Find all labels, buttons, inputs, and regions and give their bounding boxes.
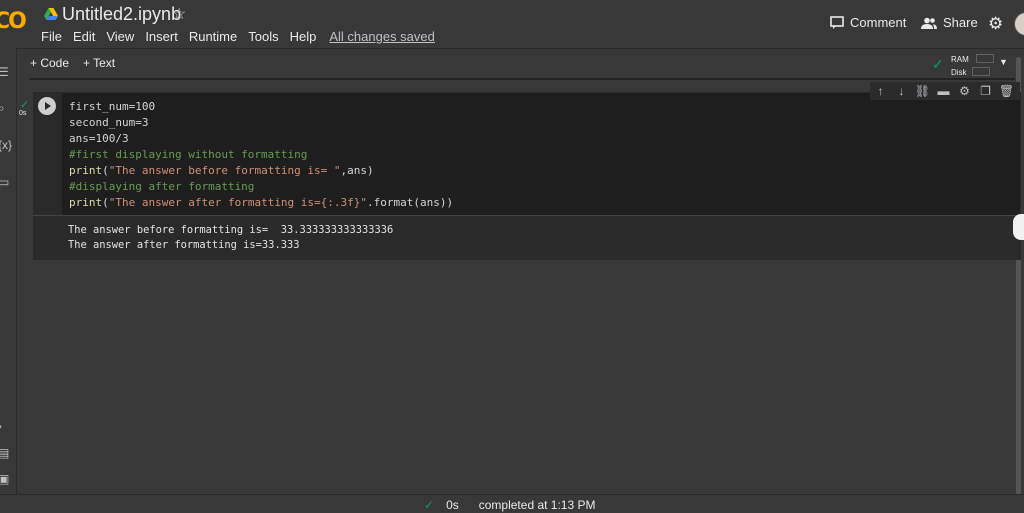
code-args: ,ans)	[340, 164, 374, 177]
add-code-button[interactable]: + Code	[30, 56, 69, 70]
search-icon[interactable]: ⌕	[0, 101, 5, 116]
people-icon	[921, 17, 937, 29]
move-down-icon[interactable]: ↓	[891, 84, 912, 98]
disk-bar	[972, 67, 991, 77]
code-line: ans=100/3	[69, 131, 453, 147]
output-divider	[33, 215, 1021, 216]
status-completed: completed at 1:13 PM	[478, 498, 596, 512]
code-text[interactable]: first_num=100 second_num=3 ans=100/3 #first…	[69, 99, 453, 211]
share-button[interactable]: Share	[921, 15, 978, 30]
code-function-name: print	[69, 196, 103, 209]
code-function-name: print	[69, 164, 103, 177]
code-line-6: #displaying after formatting	[69, 180, 255, 193]
menu-insert[interactable]: Insert	[145, 29, 178, 44]
code-line-5: print("The answer before formatting is= …	[69, 164, 374, 177]
menu-runtime[interactable]: Runtime	[189, 29, 237, 44]
output-line-1: The answer before formatting is= 33.3333…	[68, 224, 394, 236]
disk-label: Disk	[951, 68, 967, 77]
terminal-icon[interactable]: ▣	[0, 472, 9, 486]
gear-icon[interactable]: ⚙	[988, 14, 1003, 34]
execution-status[interactable]: ✓ 0s completed at 1:13 PM	[424, 498, 595, 512]
code-paren: (	[102, 196, 109, 209]
connected-check-icon: ✓	[932, 56, 944, 72]
menu-help[interactable]: Help	[290, 29, 317, 44]
code-line: #displaying after formatting	[69, 179, 453, 195]
status-time: 0s	[446, 498, 459, 512]
settings-icon[interactable]: ⚙	[954, 84, 975, 98]
resource-monitor[interactable]: RAM Disk	[951, 52, 995, 78]
run-cell-button[interactable]	[38, 97, 56, 115]
ram-bar	[976, 54, 995, 64]
notebook-title[interactable]: Untitled2.ipynb	[62, 4, 181, 25]
command-palette-icon[interactable]: ▤	[0, 446, 9, 460]
move-up-icon[interactable]: ↑	[870, 84, 891, 98]
exec-time: 0s	[19, 110, 27, 117]
comment-cell-icon[interactable]: ▬	[933, 84, 954, 98]
menu-view[interactable]: View	[106, 29, 134, 44]
google-drive-icon	[44, 8, 58, 20]
floating-assistant-icon[interactable]	[1013, 214, 1024, 240]
star-icon[interactable]: ☆	[172, 4, 186, 24]
code-line-4: #first displaying without formatting	[69, 148, 308, 161]
variables-icon[interactable]: {x}	[0, 138, 12, 152]
code-string: "The answer after formatting is={:.3f}"	[108, 196, 368, 209]
delete-icon[interactable]: 🗑	[996, 84, 1017, 98]
colab-logo[interactable]: CO	[0, 9, 27, 34]
code-line-7: print("The answer after formatting is={:…	[69, 196, 453, 209]
expand-chevron-icon[interactable]: ›	[0, 419, 2, 433]
cell-output: The answer before formatting is= 33.3333…	[68, 223, 393, 253]
code-line: second_num=3	[69, 115, 453, 131]
comment-label: Comment	[850, 15, 907, 30]
code-line-2: second_num=3	[69, 116, 149, 129]
table-of-contents-icon[interactable]: ☰	[0, 65, 9, 79]
code-line: print("The answer before formatting is= …	[69, 163, 453, 179]
code-line: #first displaying without formatting	[69, 147, 453, 163]
cell-toolbar: ↑ ↓ ⛓ ▬ ⚙ ❐ 🗑	[870, 82, 1020, 100]
status-check-icon: ✓	[424, 498, 435, 512]
code-line: first_num=100	[69, 99, 453, 115]
menu-file[interactable]: File	[41, 29, 62, 44]
notebook-toolbar	[0, 48, 1024, 79]
mirror-cell-icon[interactable]: ❐	[975, 84, 996, 98]
menu-tools[interactable]: Tools	[248, 29, 278, 44]
code-paren: (	[102, 164, 109, 177]
code-line-3: ans=100/3	[69, 132, 129, 145]
comment-button[interactable]: Comment	[830, 15, 906, 30]
comment-icon	[830, 16, 844, 29]
code-args: .format(ans))	[367, 196, 454, 209]
menu-bar: File Edit View Insert Runtime Tools Help…	[41, 29, 446, 44]
add-text-button[interactable]: + Text	[83, 56, 115, 70]
save-status-link[interactable]: All changes saved	[329, 29, 435, 44]
folder-icon[interactable]: ▭	[0, 175, 9, 189]
resource-dropdown-icon[interactable]: ▼	[999, 57, 1008, 67]
share-label: Share	[943, 15, 978, 30]
code-line-1: first_num=100	[69, 100, 156, 113]
menu-edit[interactable]: Edit	[73, 29, 95, 44]
notebook-divider	[30, 78, 1015, 80]
output-line-2: The answer after formatting is=33.333	[68, 239, 300, 251]
code-string: "The answer before formatting is= "	[108, 164, 341, 177]
link-icon[interactable]: ⛓	[912, 84, 933, 98]
code-line: print("The answer after formatting is={:…	[69, 195, 453, 211]
